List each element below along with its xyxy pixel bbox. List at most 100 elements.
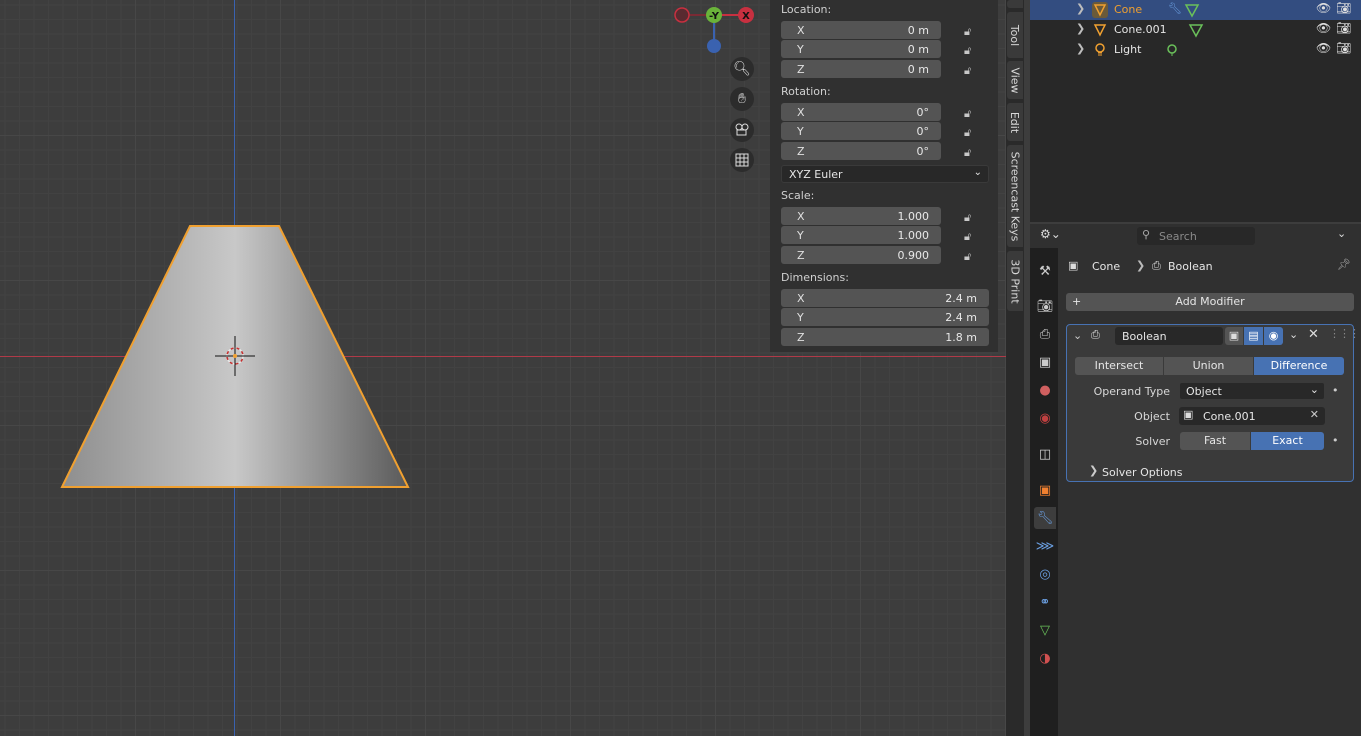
op-difference-button[interactable]: Difference (1254, 357, 1344, 375)
dimensions-label: Dimensions: (781, 271, 849, 284)
navigation-gizmo[interactable]: X -Y (670, 2, 760, 62)
editor-type-icon[interactable]: ⚙︎⌄ (1040, 227, 1070, 245)
chevron-right-icon[interactable]: ❯ (1089, 464, 1098, 477)
gizmo-neg-x[interactable] (674, 7, 690, 23)
eye-icon[interactable]: 👁︎ (1316, 41, 1331, 55)
eye-icon[interactable]: 👁︎ (1316, 1, 1331, 15)
operand-type-dropdown[interactable]: Object ⌄ (1179, 382, 1325, 400)
scale-x-field[interactable]: X 1.000 (781, 207, 941, 225)
outliner-item-light[interactable]: ❯ Light 👁︎ 📷︎ (1030, 40, 1361, 60)
lock-icon[interactable]: 🔓︎ (964, 146, 978, 159)
dimensions-y-field[interactable]: Y 2.4 m (781, 308, 989, 326)
output-icon[interactable]: ⎙ (1034, 323, 1056, 345)
op-union-button[interactable]: Union (1164, 357, 1253, 375)
object-field[interactable]: ▣ Cone.001 ✕ (1179, 407, 1325, 425)
operand-type-label: Operand Type (1093, 385, 1170, 398)
drag-handle-icon[interactable]: ⋮⋮⋮ (1329, 327, 1360, 340)
tab-item[interactable] (1007, 0, 1023, 8)
pin-icon[interactable]: 📌︎ (1337, 258, 1351, 271)
chevron-down-icon[interactable]: ⌄ (1073, 329, 1082, 342)
viewport-display-icon[interactable]: ▤ (1244, 327, 1263, 345)
field-value: 0 m (907, 24, 929, 37)
field-value: 0° (916, 145, 930, 158)
mesh-data-icon[interactable] (1184, 2, 1200, 18)
lock-icon[interactable]: 🔓︎ (964, 126, 978, 139)
lock-icon[interactable]: 🔓︎ (964, 25, 978, 38)
physics-icon[interactable]: ◎ (1034, 563, 1056, 585)
outliner-item-label: Light (1114, 43, 1142, 56)
keyframe-dot-icon[interactable]: • (1332, 434, 1339, 447)
camera-icon[interactable]: 📷︎ (1336, 41, 1351, 55)
collection-icon[interactable]: ◫ (1034, 443, 1056, 465)
tab-edit[interactable]: Edit (1007, 103, 1023, 141)
close-icon[interactable]: ✕ (1308, 327, 1319, 342)
material-icon[interactable]: ◑ (1034, 647, 1056, 669)
scale-label: Scale: (781, 189, 815, 202)
location-x-field[interactable]: X 0 m (781, 21, 941, 39)
solver-exact-button[interactable]: Exact (1251, 432, 1324, 450)
scale-z-field[interactable]: Z 0.900 (781, 246, 941, 264)
dimensions-z-field[interactable]: Z 1.8 m (781, 328, 989, 346)
wrench-icon[interactable]: 🔧︎ (1168, 2, 1182, 15)
lock-icon[interactable]: 🔓︎ (964, 250, 978, 263)
mesh-object-icon (1092, 2, 1108, 18)
light-data-icon[interactable] (1164, 42, 1180, 58)
chevron-down-icon[interactable]: ⌄ (1289, 328, 1298, 341)
search-input[interactable]: ⚲ Search (1137, 227, 1255, 245)
location-z-field[interactable]: Z 0 m (781, 60, 941, 78)
solver-options-label[interactable]: Solver Options (1102, 466, 1183, 479)
tab-screencast-keys[interactable]: Screencast Keys (1007, 145, 1023, 247)
tool-icon[interactable]: ⚒︎ (1034, 260, 1056, 282)
chevron-right-icon[interactable]: ❯ (1076, 22, 1085, 35)
lock-icon[interactable]: 🔓︎ (964, 64, 978, 77)
object-icon[interactable]: ▣ (1034, 479, 1056, 501)
rotation-x-field[interactable]: X 0° (781, 103, 941, 121)
axis-label: Y (797, 43, 804, 56)
data-icon[interactable]: ▽ (1034, 619, 1056, 641)
chevron-down-icon[interactable]: ⌄ (1337, 227, 1346, 240)
lock-icon[interactable]: 🔓︎ (964, 44, 978, 57)
constraints-icon[interactable]: ⚭ (1034, 591, 1056, 613)
tab-tool[interactable]: Tool (1007, 12, 1023, 58)
camera-icon[interactable]: 📷︎ (1336, 21, 1351, 35)
gizmo-z[interactable] (707, 39, 721, 53)
grid-ortho-icon[interactable] (730, 148, 754, 172)
location-y-field[interactable]: Y 0 m (781, 40, 941, 58)
rotation-y-field[interactable]: Y 0° (781, 122, 941, 140)
modifier-name-field[interactable]: Boolean (1115, 327, 1223, 345)
view-layer-icon[interactable]: ▣ (1034, 351, 1056, 373)
tab-view[interactable]: View (1007, 61, 1023, 99)
modifier-wrench-icon[interactable]: 🔧︎ (1034, 507, 1056, 529)
chevron-right-icon[interactable]: ❯ (1076, 42, 1085, 55)
keyframe-dot-icon[interactable]: • (1332, 384, 1339, 397)
solver-fast-button[interactable]: Fast (1180, 432, 1250, 450)
outliner-item-cone-001[interactable]: ❯ Cone.001 👁︎ 📷︎ (1030, 20, 1361, 40)
field-value: 0 m (907, 43, 929, 56)
add-modifier-button[interactable]: + Add Modifier (1066, 293, 1354, 311)
outliner-item-cone[interactable]: ❯ Cone 🔧︎ 👁︎ 📷︎ (1030, 0, 1361, 20)
chevron-down-icon: ⌄ (973, 167, 982, 178)
hand-pan-icon[interactable]: ✋︎ (730, 87, 754, 111)
dimensions-x-field[interactable]: X 2.4 m (781, 289, 989, 307)
world-icon[interactable]: ◉ (1034, 407, 1056, 429)
render-icon[interactable]: 📷︎ (1034, 295, 1056, 317)
particles-icon[interactable]: ⋙ (1034, 535, 1056, 557)
camera-icon[interactable]: 📷︎ (1336, 1, 1351, 15)
chevron-right-icon[interactable]: ❯ (1076, 2, 1085, 15)
eye-icon[interactable]: 👁︎ (1316, 21, 1331, 35)
lock-icon[interactable]: 🔓︎ (964, 107, 978, 120)
edit-mode-toggle-icon[interactable]: ▣ (1225, 327, 1243, 345)
camera-view-icon[interactable] (730, 118, 754, 142)
render-camera-icon[interactable]: ◉ (1264, 327, 1283, 345)
lock-icon[interactable]: 🔓︎ (964, 230, 978, 243)
rotation-z-field[interactable]: Z 0° (781, 142, 941, 160)
op-intersect-button[interactable]: Intersect (1075, 357, 1163, 375)
mesh-data-icon[interactable] (1188, 22, 1204, 38)
scene-icon[interactable]: ● (1034, 379, 1056, 401)
clear-icon[interactable]: ✕ (1310, 408, 1319, 421)
scale-y-field[interactable]: Y 1.000 (781, 226, 941, 244)
zoom-icon[interactable]: 🔍︎ (730, 57, 754, 81)
lock-icon[interactable]: 🔓︎ (964, 211, 978, 224)
rotation-mode-dropdown[interactable]: XYZ Euler ⌄ (781, 165, 989, 183)
tab-3d-print[interactable]: 3D Print (1007, 251, 1023, 311)
